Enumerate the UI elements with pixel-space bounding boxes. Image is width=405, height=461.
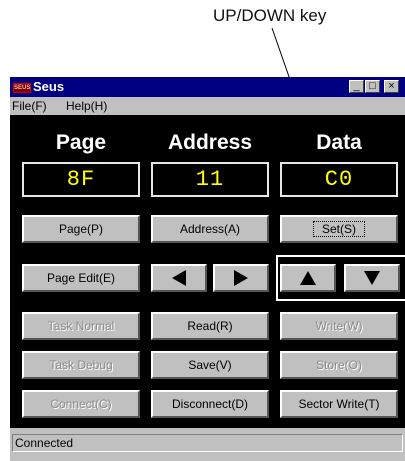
page-heading: Page xyxy=(55,131,107,154)
page-button-label: Page(P) xyxy=(58,222,104,236)
sector-write-button-label: Sector Write(T) xyxy=(298,397,380,411)
task-normal-button-label: Task Normal xyxy=(47,319,115,333)
up-down-key-highlight xyxy=(276,255,405,301)
data-display: C0 xyxy=(280,162,398,197)
page-edit-button[interactable]: Page Edit(E) xyxy=(22,264,140,292)
read-button[interactable]: Read(R) xyxy=(151,312,269,340)
status-bar: Connected xyxy=(10,430,405,461)
address-button-label: Address(A) xyxy=(179,222,241,236)
write-button-label: Write(W) xyxy=(315,319,363,333)
page-display: 8F xyxy=(22,162,140,197)
close-button[interactable]: × xyxy=(384,80,399,93)
address-button[interactable]: Address(A) xyxy=(151,215,269,243)
right-arrow-icon xyxy=(234,270,248,286)
task-debug-button[interactable]: Task Debug xyxy=(22,351,140,379)
save-button[interactable]: Save(V) xyxy=(151,351,269,379)
control-panel: Page Address Data 8F 11 C0 Page(P) Addre… xyxy=(10,115,405,428)
connect-button[interactable]: Connect(C) xyxy=(22,390,140,418)
store-button-label: Store(O) xyxy=(315,358,362,372)
read-button-label: Read(R) xyxy=(187,319,233,333)
disconnect-button[interactable]: Disconnect(D) xyxy=(151,390,269,418)
sector-write-button[interactable]: Sector Write(T) xyxy=(280,390,398,418)
page-edit-button-label: Page Edit(E) xyxy=(46,271,116,285)
right-button[interactable] xyxy=(213,264,269,292)
set-button-label: Set(S) xyxy=(312,221,365,237)
app-icon: SEUS xyxy=(13,83,31,93)
task-debug-button-label: Task Debug xyxy=(49,358,113,372)
address-heading: Address xyxy=(167,131,253,154)
write-button[interactable]: Write(W) xyxy=(280,312,398,340)
task-normal-button[interactable]: Task Normal xyxy=(22,312,140,340)
data-heading: Data xyxy=(316,131,362,154)
status-text: Connected xyxy=(12,434,403,452)
address-display: 11 xyxy=(151,162,269,197)
window-title: Seus xyxy=(33,79,65,94)
minimize-button[interactable]: _ xyxy=(349,80,364,93)
save-button-label: Save(V) xyxy=(188,358,232,372)
set-button[interactable]: Set(S) xyxy=(280,215,398,243)
menu-help[interactable]: Help(H) xyxy=(66,99,107,113)
menu-bar: File(F) Help(H) xyxy=(10,97,405,115)
maximize-button[interactable]: □ xyxy=(365,80,380,93)
store-button[interactable]: Store(O) xyxy=(280,351,398,379)
page-button[interactable]: Page(P) xyxy=(22,215,140,243)
connect-button-label: Connect(C) xyxy=(50,397,112,411)
left-button[interactable] xyxy=(151,264,207,292)
title-bar[interactable]: SEUS Seus _ □ × xyxy=(10,77,405,97)
app-window: SEUS Seus _ □ × File(F) Help(H) Page Add… xyxy=(10,77,405,461)
left-arrow-icon xyxy=(172,270,186,286)
menu-file[interactable]: File(F) xyxy=(12,99,47,113)
disconnect-button-label: Disconnect(D) xyxy=(171,397,249,411)
